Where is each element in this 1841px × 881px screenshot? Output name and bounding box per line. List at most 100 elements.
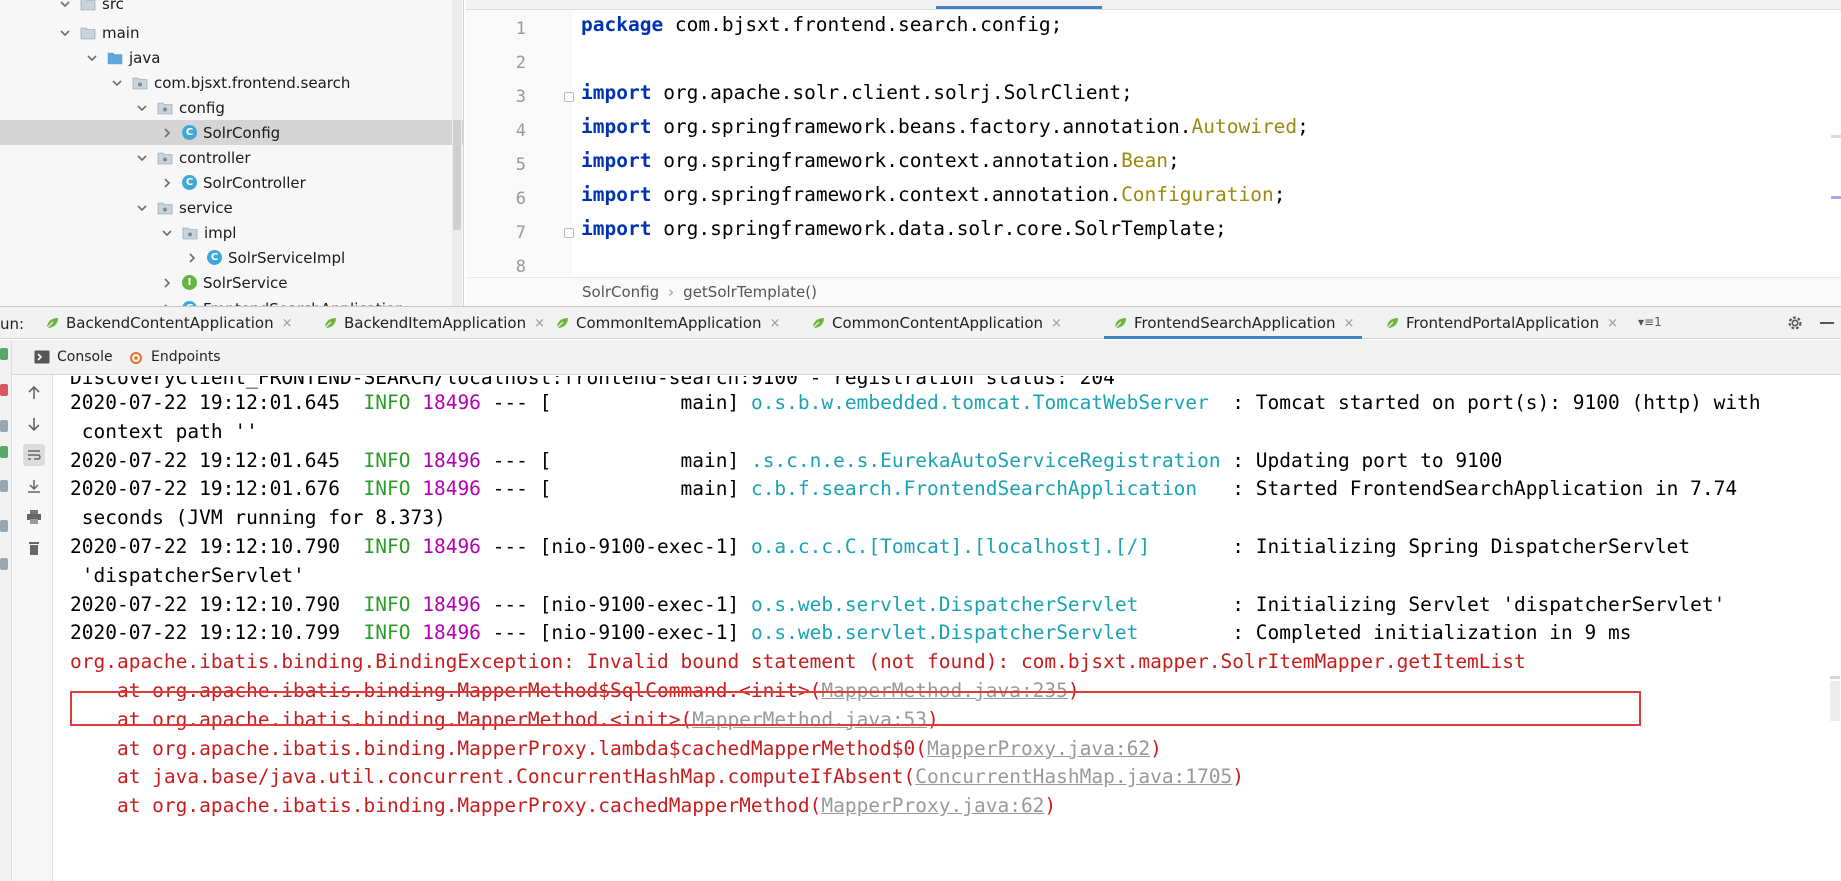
breadcrumb-method[interactable]: getSolrTemplate() xyxy=(683,283,817,301)
layout-icon[interactable] xyxy=(0,520,8,532)
debug-icon[interactable] xyxy=(0,446,8,458)
chevron-down-icon[interactable] xyxy=(110,76,124,90)
close-icon[interactable]: × xyxy=(1344,316,1355,331)
scroll-down-icon[interactable] xyxy=(23,413,45,435)
log-text: ) xyxy=(1044,794,1057,818)
tree-item-java[interactable]: java xyxy=(0,45,463,70)
annotation-name: Configuration xyxy=(1121,183,1274,206)
scroll-thumb[interactable] xyxy=(1830,681,1840,721)
minimize-icon[interactable] xyxy=(1820,322,1834,324)
restore-layout-icon[interactable] xyxy=(0,420,8,432)
logger-name: o.a.c.c.C.[Tomcat].[localhost].[/] xyxy=(750,535,1151,558)
tree-item-service[interactable]: service xyxy=(0,195,463,220)
console-scrollbar[interactable] xyxy=(1827,376,1841,881)
stacktrace-source-link[interactable]: MapperMethod.java:235 xyxy=(821,679,1068,702)
process-id: 18496 xyxy=(422,448,481,472)
tree-item-controller[interactable]: controller xyxy=(0,145,463,170)
tree-scrollbar[interactable] xyxy=(452,0,462,306)
process-id: 18496 xyxy=(422,391,481,414)
line-number: 5 xyxy=(515,155,526,175)
line-number: 7 xyxy=(515,223,526,243)
run-tab-commoncontentapplication[interactable]: CommonContentApplication × xyxy=(810,307,1062,339)
tree-item-com-bjsxt-frontend-search[interactable]: com.bjsxt.frontend.search xyxy=(0,70,463,95)
settings-icon[interactable] xyxy=(0,480,8,492)
soft-wrap-icon[interactable] xyxy=(23,444,45,466)
tree-item-config[interactable]: config xyxy=(0,95,463,120)
scroll-to-end-icon[interactable] xyxy=(23,475,45,497)
scroll-up-icon[interactable] xyxy=(23,382,45,404)
chevron-down-icon[interactable] xyxy=(135,201,149,215)
stacktrace-source-link[interactable]: MapperProxy.java:62 xyxy=(927,737,1150,760)
chevron-right-icon[interactable] xyxy=(160,276,174,290)
run-tab-frontendsearchapplication[interactable]: FrontendSearchApplication × xyxy=(1103,307,1363,339)
fold-marker-icon[interactable] xyxy=(564,228,574,238)
run-tab-label: BackendItemApplication xyxy=(344,314,527,332)
chevron-right-icon[interactable] xyxy=(160,126,174,140)
run-tab-backenditemapplication[interactable]: BackendItemApplication × xyxy=(322,307,545,339)
stacktrace-source-link[interactable]: ConcurrentHashMap.java:1705 xyxy=(915,765,1232,788)
close-icon[interactable]: × xyxy=(282,316,293,331)
print-icon[interactable] xyxy=(23,506,45,528)
chevron-down-icon[interactable] xyxy=(58,0,72,11)
console-line: 2020-07-22 19:12:01.645 INFO 18496 --- [… xyxy=(70,449,1502,472)
chevron-down-icon[interactable] xyxy=(135,151,149,165)
run-tab-frontendportalapplication[interactable]: FrontendPortalApplication × xyxy=(1384,307,1618,339)
process-id: 18496 xyxy=(422,592,481,616)
keyword: import xyxy=(581,115,652,138)
console-output[interactable]: DiscoveryClient_FRONTEND-SEARCH/localhos… xyxy=(54,376,1841,881)
tree-item-src[interactable]: src xyxy=(0,0,463,16)
code-line[interactable]: import org.springframework.context.annot… xyxy=(581,149,1180,172)
chevron-down-icon[interactable] xyxy=(135,101,149,115)
tree-item-impl[interactable]: impl xyxy=(0,220,463,245)
tab-endpoints[interactable]: Endpoints xyxy=(128,349,221,365)
close-icon[interactable]: × xyxy=(534,316,545,331)
chevron-right-icon[interactable] xyxy=(160,176,174,190)
tree-item-main[interactable]: main xyxy=(0,20,463,45)
log-text: : Tomcat started on port(s): 9100 (http)… xyxy=(1208,391,1761,414)
run-tab-backendcontentapplication[interactable]: BackendContentApplication × xyxy=(44,307,293,339)
chevron-down-icon[interactable] xyxy=(85,51,99,65)
log-level: INFO xyxy=(363,391,411,414)
close-icon[interactable]: × xyxy=(1607,316,1618,331)
more-tabs-button[interactable]: ▾≡1 xyxy=(1638,315,1662,329)
trash-icon[interactable] xyxy=(23,537,45,559)
code-line[interactable]: import org.apache.solr.client.solrj.Solr… xyxy=(581,81,1133,104)
logger-name: o.s.web.servlet.DispatcherServlet xyxy=(750,592,1139,616)
tree-item-label: src xyxy=(102,0,124,13)
scroll-marker xyxy=(1830,676,1840,679)
close-icon[interactable]: × xyxy=(1051,316,1062,331)
log-text: 2020-07-22 19:12:01.676 xyxy=(70,477,364,501)
spring-boot-icon xyxy=(554,315,570,331)
tab-console[interactable]: Console xyxy=(34,349,113,365)
close-icon[interactable]: × xyxy=(770,316,781,331)
chevron-right-icon[interactable] xyxy=(185,251,199,265)
code-line[interactable]: import org.springframework.data.solr.cor… xyxy=(581,217,1227,240)
code-line[interactable]: import org.springframework.context.annot… xyxy=(581,183,1285,206)
rerun-icon[interactable] xyxy=(0,348,8,360)
log-text: : Updating port to 9100 xyxy=(1220,448,1503,472)
code-text: com.bjsxt.frontend.search.config; xyxy=(663,13,1063,36)
console-line: 2020-07-22 19:12:01.645 INFO 18496 --- [… xyxy=(70,391,1761,414)
fold-marker-icon[interactable] xyxy=(564,92,574,102)
code-line[interactable]: package com.bjsxt.frontend.search.config… xyxy=(581,13,1062,36)
breadcrumb-class[interactable]: SolrConfig xyxy=(582,283,659,301)
chevron-down-icon[interactable] xyxy=(58,26,72,40)
stripe-marker[interactable] xyxy=(1831,135,1841,138)
code-editor[interactable]: 1 2 3 4 5 6 7 8 package com.bjsxt.frontend.sear… xyxy=(466,0,1841,306)
tree-scrollbar-thumb[interactable] xyxy=(453,120,461,230)
stop-icon[interactable] xyxy=(0,384,8,396)
gear-icon[interactable] xyxy=(1786,314,1804,332)
code-text: ; xyxy=(1168,149,1180,172)
tree-item-solrcontroller[interactable]: C SolrController xyxy=(0,170,463,195)
tree-item-solrconfig[interactable]: C SolrConfig xyxy=(0,120,463,145)
tree-item-solrservice[interactable]: I SolrService xyxy=(0,270,463,295)
tree-item-frontendsearchapplication[interactable]: CFrontendSearchApplication xyxy=(0,296,463,306)
run-tab-commonitemapplication[interactable]: CommonItemApplication × xyxy=(554,307,780,339)
chevron-down-icon[interactable] xyxy=(160,226,174,240)
pin-icon[interactable] xyxy=(0,558,8,570)
stripe-marker[interactable] xyxy=(1831,196,1841,199)
tree-item-solrserviceimpl[interactable]: C SolrServiceImpl xyxy=(0,245,463,270)
code-line[interactable]: import org.springframework.beans.factory… xyxy=(581,115,1309,138)
stacktrace-source-link[interactable]: MapperProxy.java:62 xyxy=(821,794,1044,817)
stacktrace-source-link[interactable]: MapperMethod.java:53 xyxy=(692,708,927,731)
